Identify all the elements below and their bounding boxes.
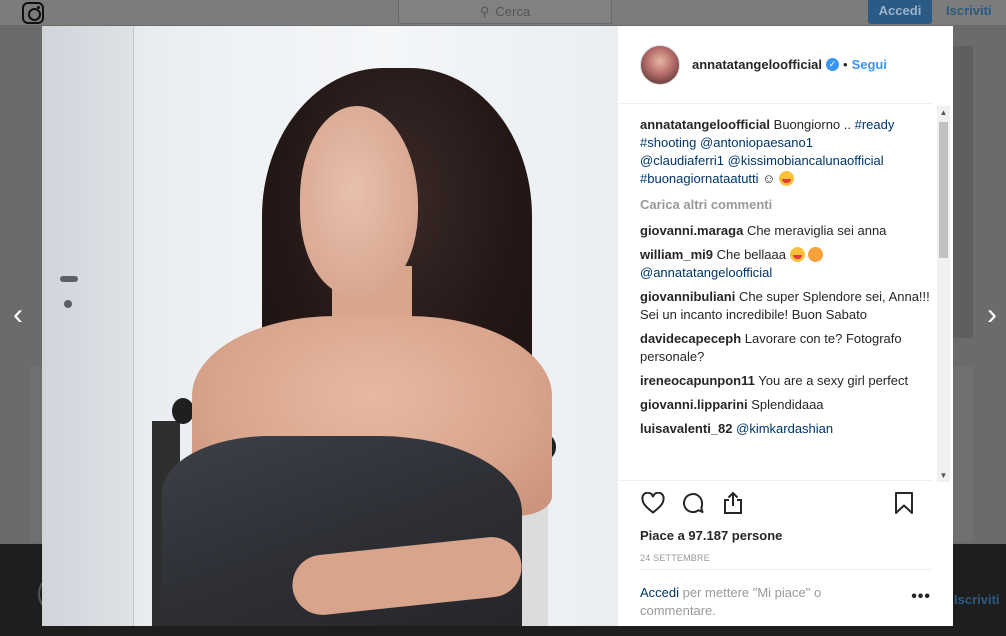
comment-username[interactable]: luisavalenti_82	[640, 421, 733, 436]
avatar[interactable]	[640, 44, 680, 85]
background-tile	[30, 366, 42, 542]
kiss-emoji-icon	[779, 171, 795, 186]
mention-link[interactable]: @annatatangeloofficial	[640, 265, 772, 280]
save-button[interactable]	[891, 490, 917, 516]
mention-link[interactable]: @kimkardashian	[736, 421, 833, 436]
post-date[interactable]: 24 SETTEMBRE	[618, 543, 953, 563]
hashtag-link[interactable]: #ready	[855, 117, 895, 132]
login-button[interactable]: Accedi	[868, 0, 932, 24]
separator-dot: •	[843, 57, 848, 72]
comment-icon	[683, 492, 704, 513]
scrollbar-thumb[interactable]	[939, 122, 948, 258]
comment-text: You are a sexy girl perfect	[758, 373, 909, 388]
comment-text: Splendidaaa	[751, 397, 824, 412]
previous-post-arrow-icon[interactable]: ‹	[6, 300, 30, 332]
hashtag-link[interactable]: #buonagiornataatutti	[640, 171, 759, 186]
post-photo[interactable]	[42, 26, 618, 626]
photo-door	[42, 26, 134, 626]
post-modal: annatatangeloofficial ✓ • Segui annatata…	[42, 26, 953, 626]
heart-eyes-emoji-icon	[808, 247, 824, 262]
photo-door-handle	[60, 276, 78, 282]
comments-list: annatatangeloofficial Buongiorno .. #rea…	[618, 104, 953, 480]
mention-link[interactable]: @antoniopaesano1	[700, 135, 813, 150]
follow-button[interactable]: Segui	[852, 57, 887, 72]
caption-text: Buongiorno ..	[773, 117, 851, 132]
comment-username[interactable]: giovannibuliani	[640, 289, 735, 304]
search-icon: ⚲	[479, 3, 490, 19]
login-link[interactable]: Accedi	[640, 585, 679, 600]
comment-text: Che bellaaa	[716, 247, 786, 262]
post-header: annatatangeloofficial ✓ • Segui	[618, 26, 931, 104]
search-placeholder: Cerca	[495, 4, 531, 19]
mention-link[interactable]: @claudiaferri1	[640, 153, 724, 168]
list-item: ireneocapunpon11 You are a sexy girl per…	[640, 372, 931, 390]
load-more-comments[interactable]: Carica altri commenti	[640, 196, 931, 214]
photo-chair-knob	[172, 398, 194, 424]
comment-username[interactable]: ireneocapunpon11	[640, 373, 755, 388]
scroll-up-icon[interactable]: ▲	[937, 106, 950, 119]
comment-username[interactable]: davidecapeceph	[640, 331, 741, 346]
post-username[interactable]: annatatangeloofficial	[692, 57, 822, 72]
list-item: giovanni.lipparini Splendidaaa	[640, 396, 931, 414]
background-header: ⚲ Cerca Accedi Iscriviti	[0, 0, 1006, 26]
comment-button[interactable]	[680, 490, 706, 516]
list-item: luisavalenti_82 @kimkardashian	[640, 420, 931, 438]
list-item: giovanni.maraga Che meraviglia sei anna	[640, 222, 931, 240]
share-button[interactable]	[720, 490, 746, 516]
comment-username[interactable]: william_mi9	[640, 247, 713, 262]
signup-link[interactable]: Iscriviti	[946, 0, 992, 24]
list-item: giovannibuliani Che super Splendore sei,…	[640, 288, 931, 324]
comment-text: Che meraviglia sei anna	[746, 223, 887, 238]
heart-icon	[641, 491, 665, 514]
mention-link[interactable]: @kissimobiancalunaofficial	[728, 153, 884, 168]
list-item: william_mi9 Che bellaaa @annatatangeloof…	[640, 246, 931, 282]
login-prompt-text: Accedi per mettere "Mi piace" o commenta…	[640, 584, 870, 620]
list-item: davidecapeceph Lavorare con te? Fotograf…	[640, 330, 931, 366]
hashtag-link[interactable]: #shooting	[640, 135, 696, 150]
more-options-icon[interactable]: •••	[911, 588, 931, 606]
photo-door-lock	[64, 300, 72, 308]
post-actions	[618, 480, 931, 524]
background-tile	[953, 46, 973, 338]
post-sidebar: annatatangeloofficial ✓ • Segui annatata…	[618, 26, 953, 626]
next-post-arrow-icon[interactable]: ›	[980, 300, 1004, 332]
bookmark-icon	[895, 491, 913, 514]
search-box[interactable]: ⚲ Cerca	[398, 0, 612, 24]
kiss-emoji-icon	[789, 247, 805, 262]
smile-emoji-icon: ☺	[762, 171, 776, 186]
scroll-down-icon[interactable]: ▼	[937, 469, 950, 482]
caption: annatatangeloofficial Buongiorno .. #rea…	[640, 116, 931, 188]
caption-username[interactable]: annatatangeloofficial	[640, 117, 770, 132]
verified-badge-icon: ✓	[826, 58, 840, 71]
like-button[interactable]	[640, 490, 666, 516]
background-tile	[953, 366, 973, 542]
login-prompt: Accedi per mettere "Mi piace" o commenta…	[640, 569, 931, 620]
instagram-logo-icon[interactable]	[22, 2, 44, 24]
signup-link-bottom[interactable]: Iscriviti	[954, 592, 1000, 607]
likes-count[interactable]: Piace a 97.187 persone	[618, 524, 953, 543]
comments-scrollbar[interactable]: ▲ ▼	[937, 106, 950, 482]
comment-username[interactable]: giovanni.lipparini	[640, 397, 748, 412]
comment-username[interactable]: giovanni.maraga	[640, 223, 743, 238]
photo-face	[300, 106, 418, 296]
share-icon	[724, 491, 742, 514]
